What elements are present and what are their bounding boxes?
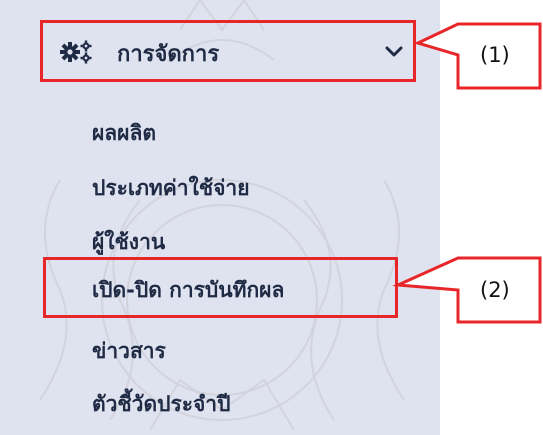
highlight-box-2 <box>43 257 398 318</box>
chevron-down-icon[interactable] <box>385 45 403 59</box>
callout-label-2: (2) <box>480 278 510 302</box>
menu-item-users[interactable]: ผู้ใช้งาน <box>92 226 165 259</box>
menu-item-outputs[interactable]: ผลผลิต <box>92 117 156 150</box>
gears-icon <box>60 40 92 64</box>
menu-item-expense-types[interactable]: ประเภทค่าใช้จ่าย <box>92 172 250 205</box>
callout-label-1: (1) <box>480 43 510 67</box>
menu-item-annual-indicators[interactable]: ตัวชี้วัดประจำปี <box>92 388 230 421</box>
menu-header-label: การจัดการ <box>117 42 220 67</box>
menu-item-news[interactable]: ข่าวสาร <box>92 335 166 368</box>
menu-header[interactable]: การจัดการ <box>40 20 416 82</box>
